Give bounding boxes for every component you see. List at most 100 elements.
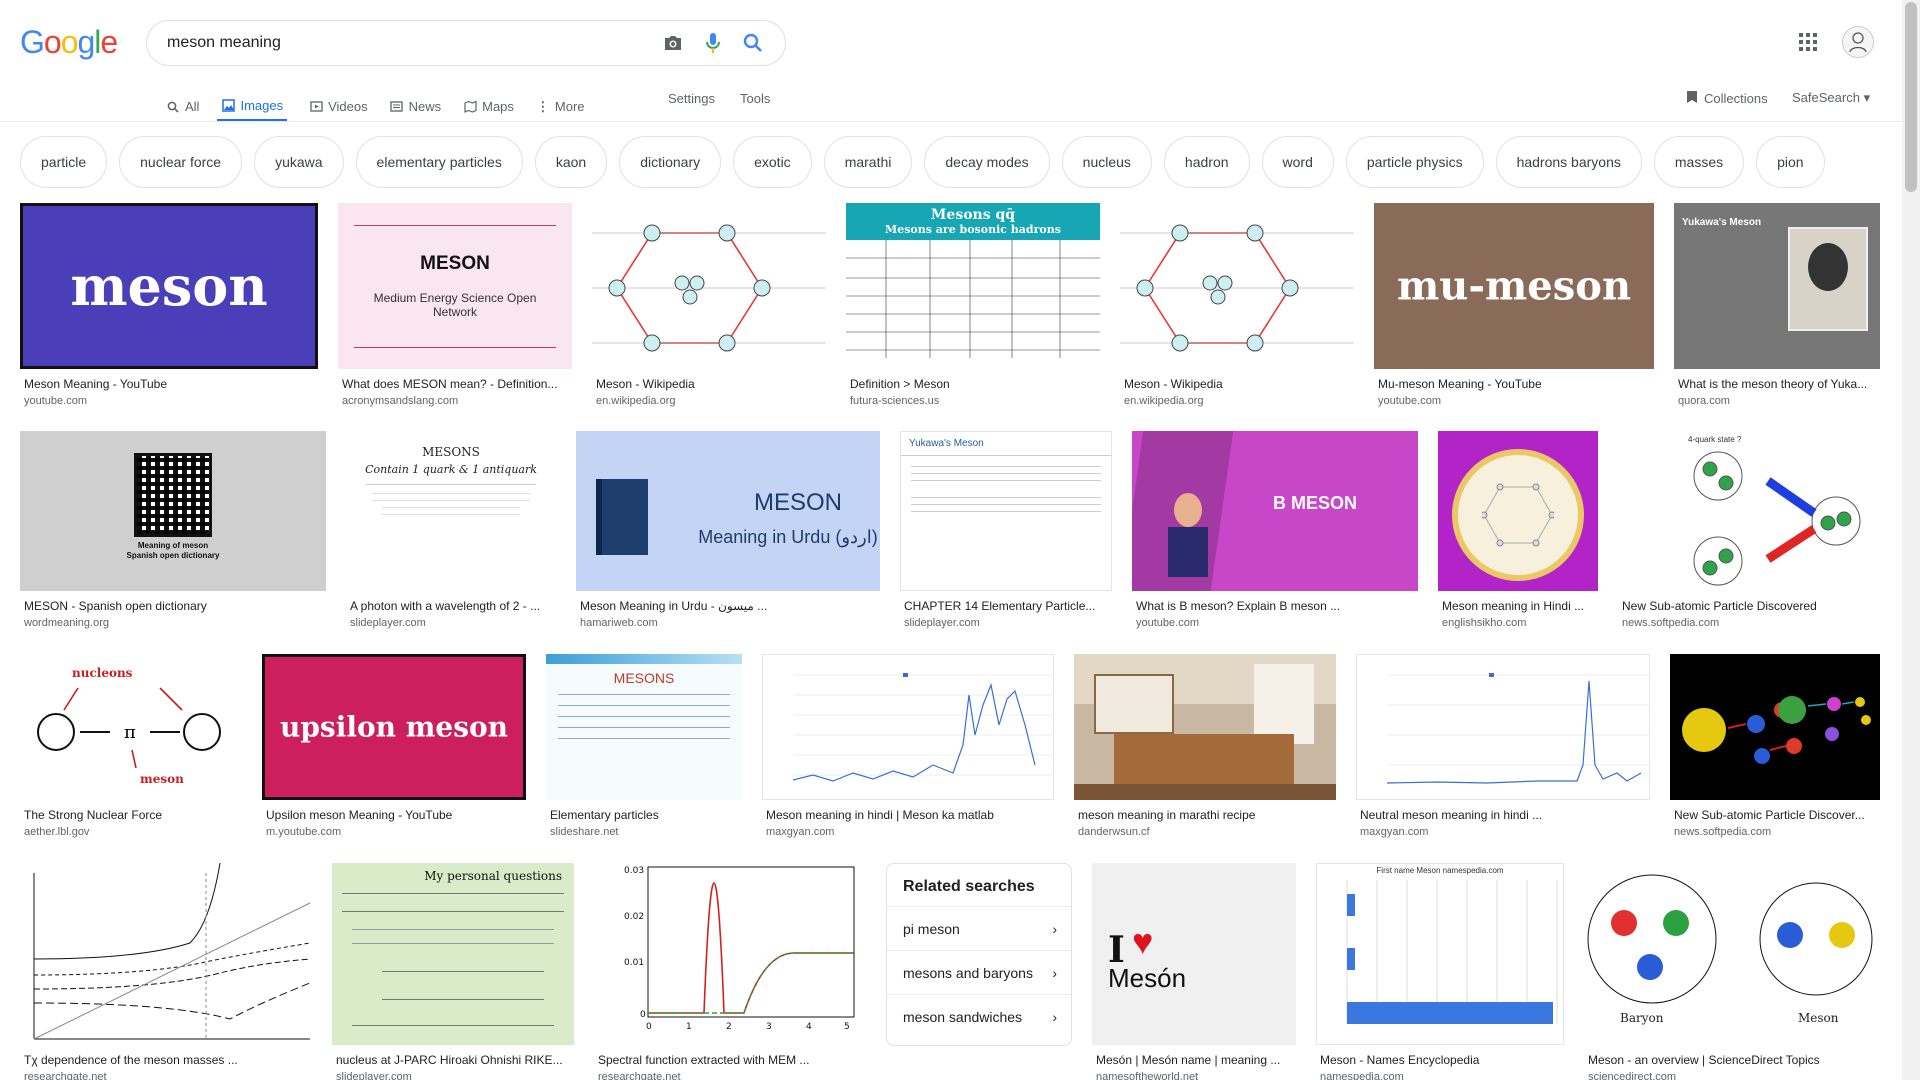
result-thumbnail (1120, 203, 1354, 369)
news-icon (390, 100, 404, 114)
google-logo[interactable]: Google (20, 24, 118, 61)
related-search-item[interactable]: meson sandwiches › (887, 994, 1071, 1038)
image-result[interactable]: Tχ dependence of the meson masses ... re… (20, 863, 312, 1080)
result-source: slideplayer.com (904, 617, 980, 629)
result-thumbnail: Meaning of meson Spanish open dictionary (20, 431, 326, 591)
svg-text:0.03: 0.03 (624, 866, 644, 876)
tab-maps[interactable]: Maps (463, 86, 514, 122)
search-tabs: All Images Videos News Maps ⋮ More (166, 86, 607, 122)
chip-nuclear-force[interactable]: nuclear force (119, 136, 243, 188)
image-result[interactable]: Meson meaning in Hindi ... englishsikho.… (1438, 431, 1598, 629)
result-source: slideplayer.com (336, 1071, 412, 1080)
tab-videos[interactable]: Videos (309, 86, 368, 122)
tab-all[interactable]: All (166, 86, 199, 122)
search-results-page: Google All Images Videos (0, 0, 1920, 1080)
result-thumbnail: mu-meson (1374, 203, 1654, 369)
map-icon (463, 100, 477, 114)
result-thumbnail (592, 203, 826, 369)
related-search-item[interactable]: pi meson › (887, 906, 1071, 950)
image-result[interactable]: MESONS Elementary particles slideshare.n… (546, 654, 742, 838)
chip-yukawa[interactable]: yukawa (254, 136, 344, 188)
result-source: namespedia.com (1320, 1071, 1404, 1080)
image-result[interactable]: mu-meson Mu-meson Meaning - YouTube yout… (1374, 203, 1654, 407)
image-result[interactable]: Baryon Meson Meson - an overview | Scien… (1584, 863, 1880, 1080)
chip-masses[interactable]: masses (1653, 136, 1745, 188)
image-result[interactable]: meson Meson Meaning - YouTube youtube.co… (20, 203, 318, 407)
tab-more[interactable]: ⋮ More (536, 86, 584, 122)
chip-hadron[interactable]: hadron (1163, 136, 1250, 188)
image-result[interactable]: Meson - Wikipedia en.wikipedia.org (592, 203, 826, 407)
result-title: Meson - Names Encyclopedia (1320, 1053, 1480, 1067)
image-result[interactable]: Meson meaning in hindi | Meson ka matlab… (762, 654, 1054, 838)
chip-nucleus[interactable]: nucleus (1061, 136, 1152, 188)
image-result[interactable]: First name Meson namespedia.com Meson - … (1316, 863, 1564, 1080)
image-result[interactable]: Meaning of meson Spanish open dictionary… (20, 431, 326, 629)
image-result[interactable]: Neutral meson meaning in hindi ... maxgy… (1356, 654, 1650, 838)
image-result[interactable]: New Sub-atomic Particle Discover... news… (1670, 654, 1880, 838)
chip-particle-physics[interactable]: particle physics (1345, 136, 1484, 188)
scrollbar-thumb[interactable] (1905, 2, 1917, 192)
collections-link[interactable]: Collections (1686, 90, 1768, 107)
result-title: meson meaning in marathi recipe (1078, 808, 1256, 822)
image-result[interactable]: Yukawa's Meson CHAPTER 14 Elementary Par… (900, 431, 1112, 629)
chip-marathi[interactable]: marathi (823, 136, 913, 188)
chip-exotic[interactable]: exotic (733, 136, 812, 188)
chip-kaon[interactable]: kaon (534, 136, 608, 188)
chip-word[interactable]: word (1261, 136, 1334, 188)
image-result[interactable]: MESON Medium Energy Science Open Network… (338, 203, 572, 407)
search-icon[interactable] (741, 31, 765, 55)
related-search-item[interactable]: mesons and baryons › (887, 950, 1071, 994)
account-avatar[interactable] (1842, 26, 1874, 58)
result-title: Meson meaning in hindi | Meson ka matlab (766, 808, 994, 822)
image-result[interactable]: Yukawa's Meson What is the meson theory … (1674, 203, 1880, 407)
svg-text:5: 5 (844, 1022, 850, 1032)
result-thumbnail: Baryon Meson (1584, 863, 1880, 1045)
result-thumbnail: First name Meson namespedia.com (1316, 863, 1564, 1045)
result-title: Mu-meson Meaning - YouTube (1378, 377, 1542, 391)
image-result[interactable]: 0.03 0.02 0.01 0 0 1 2 3 4 5 Spectral function ex… (594, 863, 866, 1080)
result-source: youtube.com (24, 395, 87, 407)
microphone-icon[interactable] (701, 31, 725, 55)
search-input[interactable] (167, 34, 645, 52)
camera-icon[interactable] (661, 31, 685, 55)
svg-text:0.01: 0.01 (624, 958, 644, 968)
chip-dictionary[interactable]: dictionary (619, 136, 722, 188)
chip-decay-modes[interactable]: decay modes (924, 136, 1050, 188)
result-title: Neutral meson meaning in hindi ... (1360, 808, 1543, 822)
apps-grid-icon[interactable] (1796, 30, 1820, 54)
image-result[interactable]: MESONS Contain 1 quark & 1 antiquark A p… (346, 431, 556, 629)
related-searches-title: Related searches (903, 878, 1035, 895)
image-result[interactable]: nucleons meson π The Strong Nuclear Forc… (20, 654, 242, 838)
tools-link[interactable]: Tools (740, 91, 770, 106)
tab-images[interactable]: Images (217, 86, 288, 122)
chip-pion[interactable]: pion (1756, 136, 1825, 188)
result-title: Definition > Meson (850, 377, 950, 391)
image-result[interactable]: Meson - Wikipedia en.wikipedia.org (1120, 203, 1354, 407)
chip-particle[interactable]: particle (20, 136, 108, 188)
image-result[interactable]: meson meaning in marathi recipe danderws… (1074, 654, 1336, 838)
image-result[interactable]: 4-quark state ? New Sub-atomic Particle … (1618, 431, 1880, 629)
result-thumbnail: Mesons qq̄ Mesons are bosonic hadrons (846, 203, 1100, 369)
heart-icon: ♥ (1132, 921, 1154, 962)
svg-text:0.02: 0.02 (624, 912, 644, 922)
related-searches-panel: Related searches pi meson › mesons and ba… (886, 863, 1072, 1046)
image-result[interactable]: MESON Meaning in Urdu (اردو) Meson Meani… (576, 431, 880, 629)
image-result[interactable]: upsilon meson Upsilon meson Meaning - Yo… (262, 654, 526, 838)
chip-elementary-particles[interactable]: elementary particles (355, 136, 523, 188)
settings-link[interactable]: Settings (668, 91, 715, 106)
result-source: englishsikho.com (1442, 617, 1527, 629)
result-title: MESON - Spanish open dictionary (24, 599, 207, 613)
image-result[interactable]: Mesons qq̄ Mesons are bosonic hadrons De… (846, 203, 1100, 407)
image-result[interactable]: I ♥ Mesón Mesón | Mesón name | meaning .… (1092, 863, 1296, 1080)
result-thumbnail: 4-quark state ? (1618, 431, 1880, 591)
result-source: quora.com (1678, 395, 1730, 407)
image-result[interactable]: B MESON What is B meson? Explain B meson… (1132, 431, 1418, 629)
chip-hadrons-baryons[interactable]: hadrons baryons (1495, 136, 1642, 188)
result-source: en.wikipedia.org (596, 395, 676, 407)
result-thumbnail (762, 654, 1054, 800)
tab-news[interactable]: News (390, 86, 441, 122)
image-result[interactable]: My personal questions nucleus at J-PARC … (332, 863, 574, 1080)
safesearch-dropdown[interactable]: SafeSearch ▾ (1792, 90, 1870, 106)
result-title: nucleus at J-PARC Hiroaki Ohnishi RIKE..… (336, 1053, 563, 1067)
result-thumbnail: MESON Medium Energy Science Open Network (338, 203, 572, 369)
